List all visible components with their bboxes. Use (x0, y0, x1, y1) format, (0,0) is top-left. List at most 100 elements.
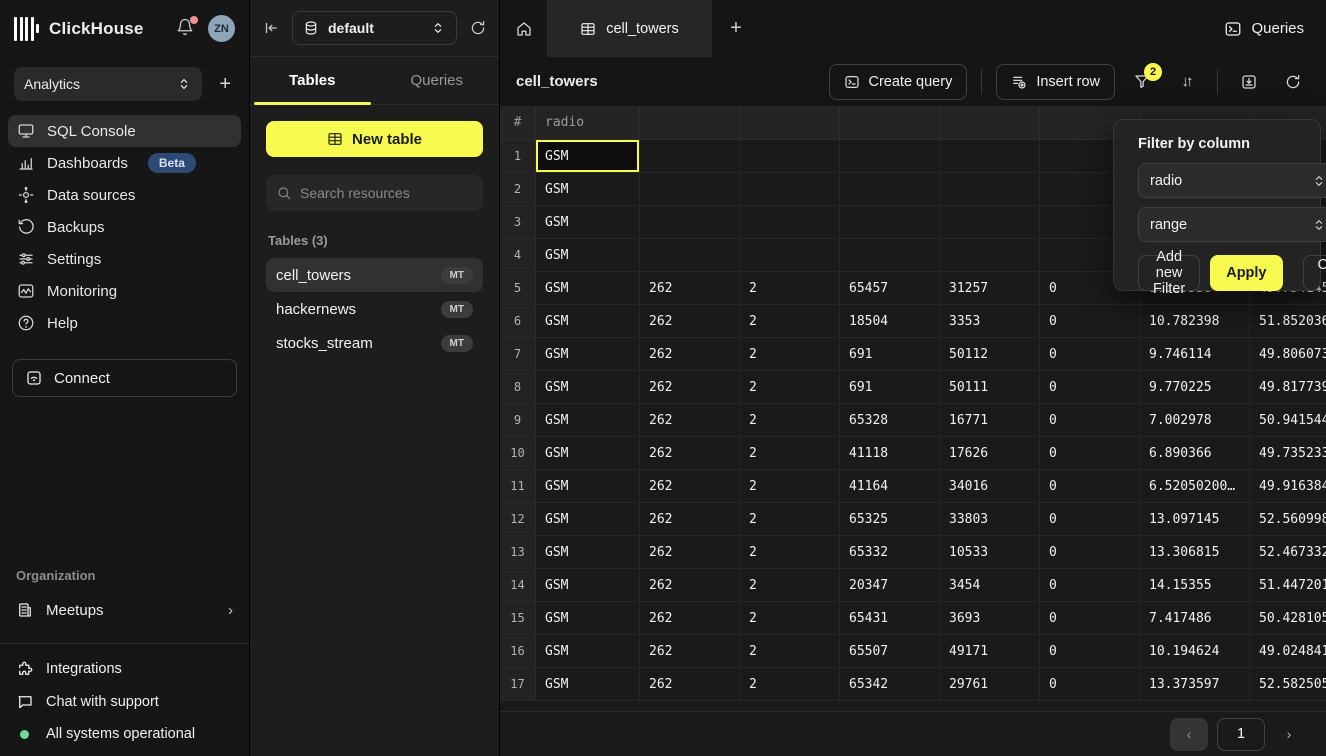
grid-cell[interactable]: 262 (640, 503, 740, 535)
grid-cell[interactable]: 0 (1040, 602, 1140, 634)
row-number[interactable]: 8 (500, 371, 536, 403)
grid-cell[interactable]: 29761 (940, 668, 1040, 700)
grid-cell[interactable]: GSM (536, 371, 640, 403)
grid-cell[interactable]: 65328 (840, 404, 940, 436)
grid-cell[interactable]: 20347 (840, 569, 940, 601)
notifications-button[interactable] (176, 18, 198, 40)
grid-cell[interactable]: 16771 (940, 404, 1040, 436)
new-table-button[interactable]: New table (266, 121, 483, 157)
grid-cell[interactable]: 262 (640, 470, 740, 502)
tab-queries[interactable]: Queries (375, 57, 500, 104)
grid-cell[interactable]: GSM (536, 635, 640, 667)
grid-cell[interactable]: GSM (536, 206, 640, 238)
sidebar-item-backups[interactable]: Backups (8, 211, 241, 243)
grid-cell[interactable]: 65457 (840, 272, 940, 304)
grid-cell[interactable]: GSM (536, 569, 640, 601)
grid-cell[interactable]: 262 (640, 569, 740, 601)
grid-cell[interactable]: 14.15355 (1140, 569, 1250, 601)
grid-cell[interactable]: 49.916384 (1250, 470, 1326, 502)
grid-cell[interactable]: 31257 (940, 272, 1040, 304)
previous-page-button[interactable]: ‹ (1170, 718, 1208, 751)
insert-row-button[interactable]: Insert row (996, 64, 1115, 100)
row-number[interactable]: 2 (500, 173, 536, 205)
collapse-left-icon[interactable] (262, 19, 280, 37)
grid-cell[interactable]: 51.852036 (1250, 305, 1326, 337)
grid-cell[interactable]: 10533 (940, 536, 1040, 568)
grid-cell[interactable]: GSM (536, 173, 640, 205)
download-button[interactable] (1232, 64, 1266, 100)
grid-cell[interactable]: 33803 (940, 503, 1040, 535)
grid-cell[interactable]: GSM (536, 437, 640, 469)
grid-cell[interactable]: 2 (740, 338, 840, 370)
grid-cell[interactable]: 2 (740, 437, 840, 469)
refresh-button[interactable] (1276, 64, 1310, 100)
filter-column-select[interactable]: range (1138, 207, 1326, 242)
row-number[interactable]: 10 (500, 437, 536, 469)
grid-header-cell[interactable] (840, 106, 940, 139)
grid-cell[interactable]: 50.428105 (1250, 602, 1326, 634)
next-page-button[interactable]: › (1274, 718, 1304, 751)
grid-cell[interactable]: 65325 (840, 503, 940, 535)
grid-cell[interactable]: GSM (536, 338, 640, 370)
grid-cell[interactable]: 49.817739 (1250, 371, 1326, 403)
row-number[interactable]: 5 (500, 272, 536, 304)
grid-cell[interactable]: 0 (1040, 569, 1140, 601)
grid-cell[interactable]: GSM (536, 470, 640, 502)
grid-cell[interactable]: 2 (740, 602, 840, 634)
grid-cell[interactable]: 49.806073 (1250, 338, 1326, 370)
sidebar-item-meetups[interactable]: Meetups › (0, 593, 249, 627)
grid-cell[interactable]: 262 (640, 404, 740, 436)
row-number[interactable]: 12 (500, 503, 536, 535)
grid-cell[interactable]: 41118 (840, 437, 940, 469)
grid-cell[interactable]: 6.52050200… (1140, 470, 1250, 502)
grid-cell[interactable]: 2 (740, 635, 840, 667)
tab-tables[interactable]: Tables (250, 57, 375, 104)
grid-cell[interactable]: 0 (1040, 338, 1140, 370)
grid-cell[interactable] (940, 140, 1040, 172)
grid-cell[interactable] (740, 206, 840, 238)
grid-cell[interactable]: 262 (640, 536, 740, 568)
apply-button[interactable]: Apply (1210, 255, 1282, 291)
database-select[interactable]: default (292, 11, 457, 45)
grid-cell[interactable]: 51.447201 (1250, 569, 1326, 601)
table-list-item[interactable]: hackernewsMT (266, 292, 483, 326)
sidebar-item-data-sources[interactable]: Data sources (8, 179, 241, 211)
grid-cell[interactable]: GSM (536, 602, 640, 634)
grid-cell[interactable]: 0 (1040, 305, 1140, 337)
grid-cell[interactable]: 50111 (940, 371, 1040, 403)
grid-header-cell[interactable]: radio (536, 106, 640, 139)
table-list-item[interactable]: cell_towersMT (266, 258, 483, 292)
grid-cell[interactable]: GSM (536, 503, 640, 535)
grid-cell[interactable]: 10.194624 (1140, 635, 1250, 667)
footer-item-chat[interactable]: Chat with support (16, 693, 233, 711)
grid-cell[interactable]: 65342 (840, 668, 940, 700)
row-number[interactable]: 1 (500, 140, 536, 172)
grid-cell[interactable]: 2 (740, 305, 840, 337)
grid-cell[interactable]: 691 (840, 338, 940, 370)
grid-header-cell[interactable] (940, 106, 1040, 139)
grid-cell[interactable]: 3693 (940, 602, 1040, 634)
footer-item-status[interactable]: All systems operational (16, 726, 233, 742)
grid-header-cell[interactable] (740, 106, 840, 139)
grid-cell[interactable]: 41164 (840, 470, 940, 502)
grid-cell[interactable]: GSM (536, 239, 640, 271)
row-number[interactable]: 15 (500, 602, 536, 634)
grid-cell[interactable]: 2 (740, 371, 840, 403)
grid-cell[interactable]: 262 (640, 437, 740, 469)
grid-cell[interactable]: 0 (1040, 503, 1140, 535)
grid-cell[interactable] (640, 206, 740, 238)
clear-all-button[interactable]: Clear All (1303, 255, 1326, 291)
grid-cell[interactable]: 0 (1040, 536, 1140, 568)
grid-header-cell[interactable] (640, 106, 740, 139)
grid-cell[interactable]: GSM (536, 305, 640, 337)
grid-cell[interactable]: 52.582505 (1250, 668, 1326, 700)
grid-cell[interactable]: 9.770225 (1140, 371, 1250, 403)
grid-cell[interactable]: 65507 (840, 635, 940, 667)
refresh-icon[interactable] (469, 19, 487, 37)
grid-cell[interactable]: 2 (740, 668, 840, 700)
grid-cell[interactable]: 2 (740, 503, 840, 535)
add-workspace-button[interactable]: + (215, 72, 235, 96)
grid-cell[interactable]: 7.002978 (1140, 404, 1250, 436)
row-number[interactable]: 14 (500, 569, 536, 601)
row-number[interactable]: 4 (500, 239, 536, 271)
